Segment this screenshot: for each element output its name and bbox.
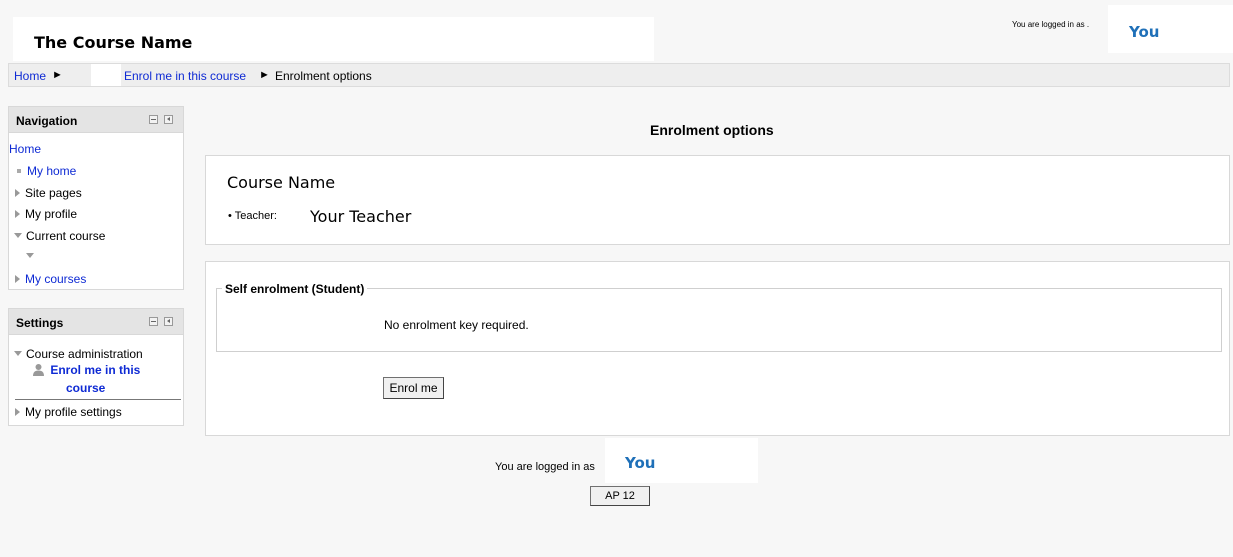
nav-item-my-courses[interactable]: My courses [15, 272, 86, 286]
collapse-arrow-icon [14, 233, 22, 238]
dock-icon[interactable] [164, 317, 173, 326]
breadcrumb-blank [91, 64, 121, 86]
teacher-label: • Teacher: [228, 210, 277, 222]
collapse-arrow-icon [26, 253, 34, 258]
bullet-icon [17, 169, 21, 173]
footer-user-name[interactable]: You [625, 454, 655, 472]
self-enrolment-legend: Self enrolment (Student) [222, 282, 368, 296]
course-name[interactable]: Course Name [227, 173, 335, 192]
breadcrumb-current: Enrolment options [275, 69, 372, 83]
login-info-text: You are logged in as . [1012, 20, 1090, 29]
dock-icon[interactable] [164, 115, 173, 124]
login-user-area [1108, 5, 1233, 53]
breadcrumb-separator-icon: ► [52, 69, 63, 81]
user-icon [33, 364, 44, 376]
settings-divider [15, 399, 181, 400]
footer-course-button[interactable]: AP 12 [590, 486, 650, 506]
navigation-block-header: Navigation [9, 107, 183, 133]
course-title: The Course Name [34, 33, 193, 52]
nav-item-my-profile[interactable]: My profile [15, 207, 77, 221]
settings-course-administration[interactable]: Course administration [14, 347, 143, 361]
nav-home-link[interactable]: Home [9, 142, 41, 156]
collapse-icon[interactable] [149, 115, 158, 124]
settings-enrol-item[interactable]: Enrol me in this [32, 363, 140, 377]
no-key-message: No enrolment key required. [384, 318, 529, 332]
teacher-name[interactable]: Your Teacher [310, 207, 411, 226]
settings-block: Settings Course administration Enrol me … [8, 308, 184, 426]
nav-item-site-pages[interactable]: Site pages [15, 186, 82, 200]
enrol-me-button[interactable]: Enrol me [383, 377, 444, 399]
settings-my-profile-settings[interactable]: My profile settings [15, 405, 122, 419]
navigation-block-title: Navigation [16, 114, 78, 128]
settings-block-title: Settings [16, 316, 64, 330]
expand-icon [15, 275, 20, 283]
breadcrumb-enrol-link[interactable]: Enrol me in this course [124, 69, 246, 83]
expand-icon [15, 189, 20, 197]
collapse-arrow-icon [14, 351, 22, 356]
expand-icon [15, 408, 20, 416]
enrol-me-link[interactable]: Enrol me in this [50, 363, 140, 377]
page-heading: Enrolment options [650, 122, 774, 138]
navigation-block: Navigation Home My home Site pages My pr… [8, 106, 184, 290]
login-user-name[interactable]: You [1129, 23, 1159, 41]
expand-icon [15, 210, 20, 218]
enrol-me-link-continued[interactable]: course [66, 381, 105, 395]
self-enrolment-fieldset [216, 288, 1222, 352]
breadcrumb-home-link[interactable]: Home [14, 69, 46, 83]
nav-item-course-child[interactable] [26, 249, 38, 263]
collapse-icon[interactable] [149, 317, 158, 326]
nav-item-current-course[interactable]: Current course [14, 229, 105, 243]
settings-block-header: Settings [9, 309, 183, 335]
footer-login-text: You are logged in as [495, 461, 595, 473]
breadcrumb-separator-icon: ► [259, 69, 270, 81]
nav-item-my-home[interactable]: My home [15, 164, 76, 178]
